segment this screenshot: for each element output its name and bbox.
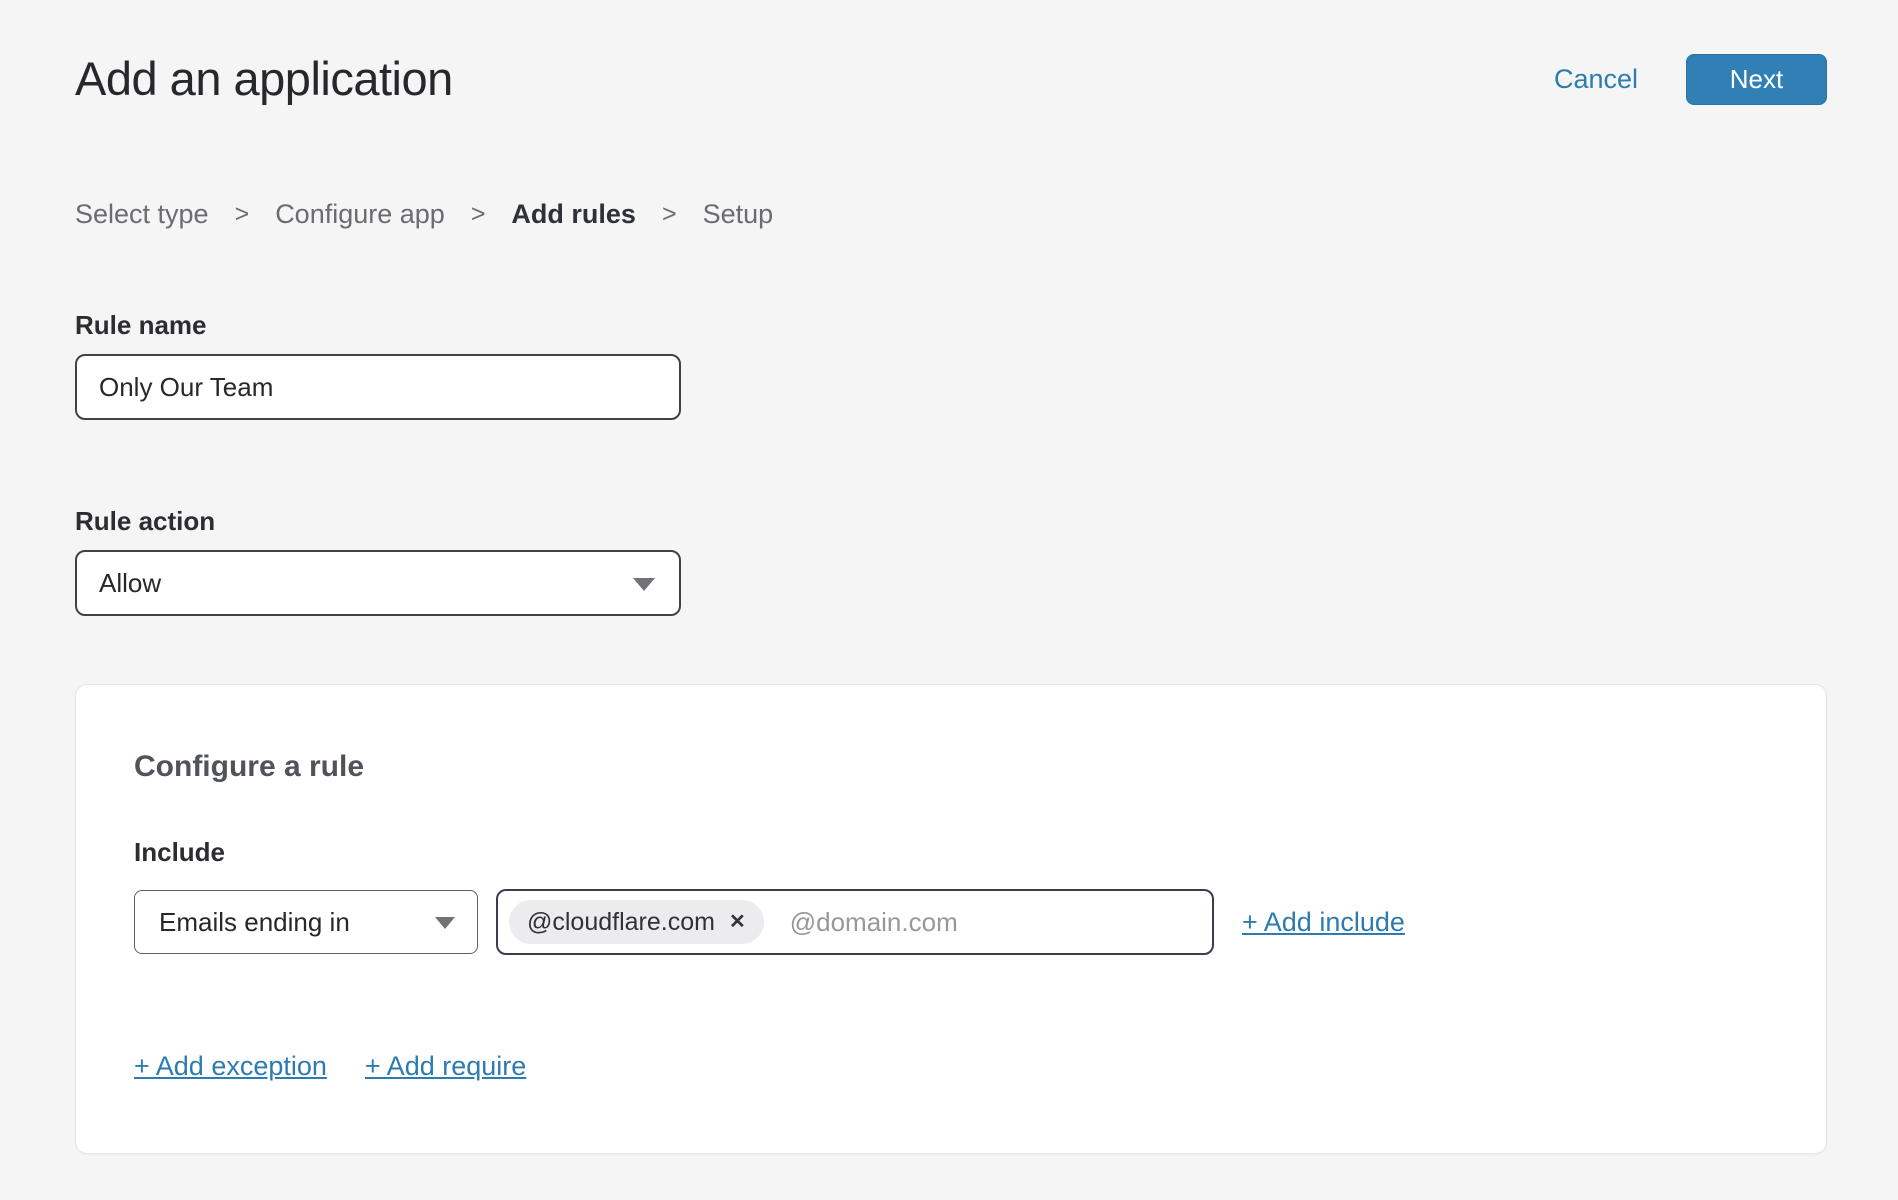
page-title: Add an application	[75, 48, 453, 110]
rule-action-select[interactable]: Allow	[75, 550, 681, 616]
header-actions: Cancel Next	[1554, 54, 1827, 105]
breadcrumb-step-select-type[interactable]: Select type	[75, 198, 209, 230]
include-criteria-select[interactable]: Emails ending in	[134, 890, 478, 954]
email-domain-tag-input[interactable]: @cloudflare.com ✕	[496, 889, 1214, 955]
rule-name-label: Rule name	[75, 310, 1827, 340]
include-criteria-selected-value: Emails ending in	[159, 907, 350, 938]
breadcrumb-step-setup[interactable]: Setup	[703, 198, 774, 230]
include-label: Include	[134, 837, 1768, 867]
chevron-down-icon	[633, 578, 655, 591]
breadcrumb: Select type > Configure app > Add rules …	[75, 198, 1827, 230]
page-header: Add an application Cancel Next	[75, 48, 1827, 110]
tag-label: @cloudflare.com	[527, 908, 715, 937]
chevron-down-icon	[435, 917, 455, 929]
breadcrumb-step-add-rules[interactable]: Add rules	[511, 198, 636, 230]
configure-rule-card: Configure a rule Include Emails ending i…	[75, 684, 1827, 1154]
breadcrumb-step-configure-app[interactable]: Configure app	[275, 198, 445, 230]
breadcrumb-separator: >	[235, 198, 250, 230]
email-domain-text-input[interactable]	[790, 907, 1201, 938]
breadcrumb-separator: >	[662, 198, 677, 230]
cancel-button[interactable]: Cancel	[1554, 64, 1638, 95]
breadcrumb-separator: >	[471, 198, 486, 230]
email-domain-tag: @cloudflare.com ✕	[509, 900, 764, 944]
card-heading: Configure a rule	[134, 749, 1768, 785]
next-button[interactable]: Next	[1686, 54, 1827, 105]
rule-action-label: Rule action	[75, 506, 1827, 536]
rule-name-input[interactable]	[75, 354, 681, 420]
close-icon[interactable]: ✕	[729, 912, 746, 932]
include-rule-row: Emails ending in @cloudflare.com ✕ + Add…	[134, 889, 1768, 955]
rule-extra-links: + Add exception + Add require	[134, 1051, 1768, 1082]
rule-action-selected-value: Allow	[99, 568, 161, 599]
add-require-link[interactable]: + Add require	[365, 1051, 526, 1082]
add-include-link[interactable]: + Add include	[1242, 907, 1405, 938]
add-exception-link[interactable]: + Add exception	[134, 1051, 327, 1082]
